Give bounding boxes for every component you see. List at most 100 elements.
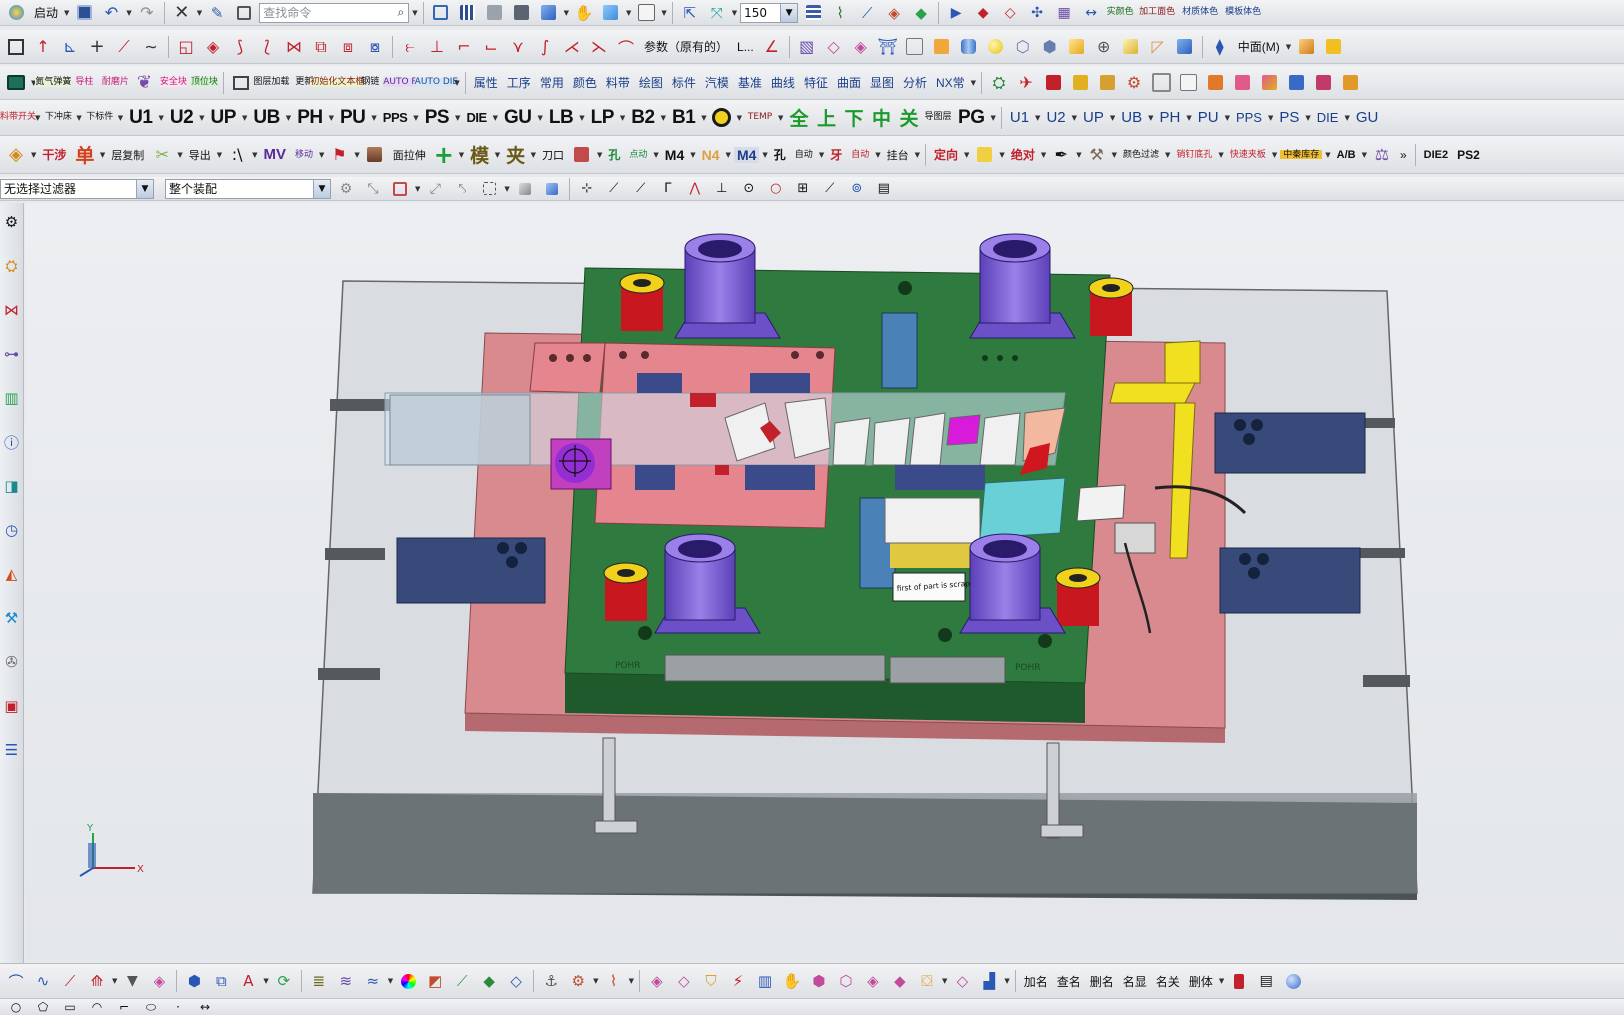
chevron-down-icon[interactable]: ▼ [971,79,976,87]
chevron-down-icon[interactable]: ▼ [942,977,947,985]
menu-color[interactable]: 颜色 [570,74,600,91]
subtract-icon[interactable]: ⧈ [336,35,360,59]
die2-button[interactable]: DIE2 [1421,149,1451,161]
eraser-icon[interactable] [1294,35,1318,59]
red-block-icon[interactable] [570,143,594,167]
nitrogen-spring[interactable] [603,562,649,621]
assembly-navigator-icon[interactable]: ⛭ [1,251,23,281]
midplane-menu[interactable]: 中面(M) [1235,38,1283,55]
code-die-button[interactable]: DIE [463,110,489,125]
fillet-tool-icon[interactable]: ⌐ [112,999,136,1015]
chevron-down-icon[interactable]: ▼ [319,151,324,159]
delete-name-button[interactable]: 删名 [1087,973,1117,990]
chevron-down-icon[interactable]: ▼ [504,185,509,193]
chevron-down-icon[interactable]: ▼ [1148,114,1153,122]
scale-icon[interactable]: ⚖ [1370,143,1394,167]
chevron-down-icon[interactable]: ▼ [126,9,131,17]
start-icon[interactable] [4,1,28,25]
midplane-icon[interactable]: ⧫ [1208,35,1232,59]
axis-icon[interactable]: ⟋ [855,1,879,25]
weld-icon[interactable]: ⚙ [566,969,590,993]
sphere-tool-icon[interactable] [1281,969,1305,993]
component-red-icon[interactable] [1041,71,1065,95]
chevron-down-icon[interactable]: ▼ [31,151,36,159]
cone-icon[interactable] [1119,35,1143,59]
chevron-down-icon[interactable]: ▼ [412,9,417,17]
layer-load-button[interactable]: 图层加载 [253,71,289,95]
move-ps-button[interactable]: PS [1276,109,1302,126]
n4-button[interactable]: N4 [699,147,723,163]
snap-midpoint-icon[interactable]: ⟋ [629,177,653,200]
snap-point-icon[interactable]: ⊹ [575,177,599,200]
select-solid-icon[interactable] [513,177,537,200]
chevron-down-icon[interactable]: ▼ [76,114,81,122]
code-up-button[interactable]: UP [208,107,239,129]
chart-icon[interactable]: ▟ [977,969,1001,993]
param-label[interactable]: 参数（原有的） [641,38,731,55]
snap-center-icon[interactable]: ⊙ [737,177,761,200]
polygon-tool-icon[interactable]: ⬠ [31,999,55,1015]
snap-arc-center-icon[interactable]: ⊥ [710,177,734,200]
component-blue-icon[interactable] [1284,71,1308,95]
code-lp-button[interactable]: LP [588,107,617,129]
history-icon[interactable]: ◷ [1,515,23,545]
chevron-down-icon[interactable]: ▼ [701,114,706,122]
trim-icon[interactable]: ⟆ [228,35,252,59]
code-ub-button[interactable]: UB [250,107,282,129]
arc-tool-icon[interactable]: ◠ [85,999,109,1015]
move-ub-button[interactable]: UB [1118,109,1145,126]
text-tool-icon[interactable]: A [236,969,260,993]
chevron-down-icon[interactable]: ▼ [199,114,204,122]
find-name-button[interactable]: 查名 [1054,973,1084,990]
auto-die-button[interactable]: AUTO DIE [414,71,459,95]
arc-icon[interactable]: ⌒ [4,969,28,993]
nitrogen-spring[interactable] [1088,277,1134,336]
move-up-button[interactable]: UP [1080,109,1107,126]
blend-icon[interactable]: ◇ [504,969,528,993]
temp-button[interactable]: TEMP [745,106,775,130]
delete-icon[interactable]: ✕ [170,1,194,25]
select-sheet-icon[interactable] [540,177,564,200]
redo-icon[interactable]: ↷ [135,1,159,25]
auto-hole-button[interactable]: 孔 [771,146,789,163]
chevron-down-icon[interactable]: ▼ [136,179,153,198]
chevron-down-icon[interactable]: ▼ [915,151,920,159]
component-gold-icon[interactable] [1095,71,1119,95]
shell-icon[interactable]: ⬢ [1038,35,1062,59]
chevron-down-icon[interactable]: ▼ [1004,977,1009,985]
auto-thread-button[interactable]: 牙 [827,146,845,163]
bridge-curve-icon[interactable]: ∫ [533,35,557,59]
code-ph-button[interactable]: PH [294,107,325,129]
chevron-down-icon[interactable]: ▼ [252,151,257,159]
guide-post-button[interactable]: 导柱 [70,71,98,95]
move-ph-button[interactable]: PH [1156,109,1183,126]
fillet-icon[interactable]: ⌐ [452,35,476,59]
pg-button[interactable]: PG [955,107,987,129]
chevron-down-icon[interactable]: ▼ [177,151,182,159]
drawing-frame-icon[interactable] [229,71,253,95]
component-orange-icon[interactable] [1203,71,1227,95]
pattern-icon[interactable]: ⬢ [807,969,831,993]
chevron-down-icon[interactable]: ▼ [999,151,1004,159]
component-rose-icon[interactable] [1311,71,1335,95]
cylinder-icon[interactable] [957,35,981,59]
code-ps-button[interactable]: PS [422,107,452,129]
hub-icon[interactable]: ⛋ [915,969,939,993]
mesh-icon[interactable]: ▧ [795,35,819,59]
hole-jog-button[interactable]: 孔 [605,146,623,163]
point-icon[interactable]: + [85,35,109,59]
chevron-down-icon[interactable]: ▼ [371,114,376,122]
move-pps-button[interactable]: PPS [1233,110,1265,125]
chevron-down-icon[interactable]: ▼ [415,185,420,193]
add-name-button[interactable]: 加名 [1021,973,1051,990]
save-icon[interactable] [72,1,96,25]
surface-2-icon[interactable]: ◈ [849,35,873,59]
absolute-button[interactable]: 绝对 [1008,146,1038,163]
chevron-down-icon[interactable]: ▼ [626,9,631,17]
show-all-button[interactable]: 全 [786,104,811,131]
show-middle-button[interactable]: 中 [869,104,894,131]
snap-intersection-icon[interactable]: ⋀ [683,177,707,200]
isoparametric-icon[interactable]: ⋌ [560,35,584,59]
triangle-icon[interactable]: ▼ [120,969,144,993]
chevron-down-icon[interactable]: ▼ [1110,114,1115,122]
